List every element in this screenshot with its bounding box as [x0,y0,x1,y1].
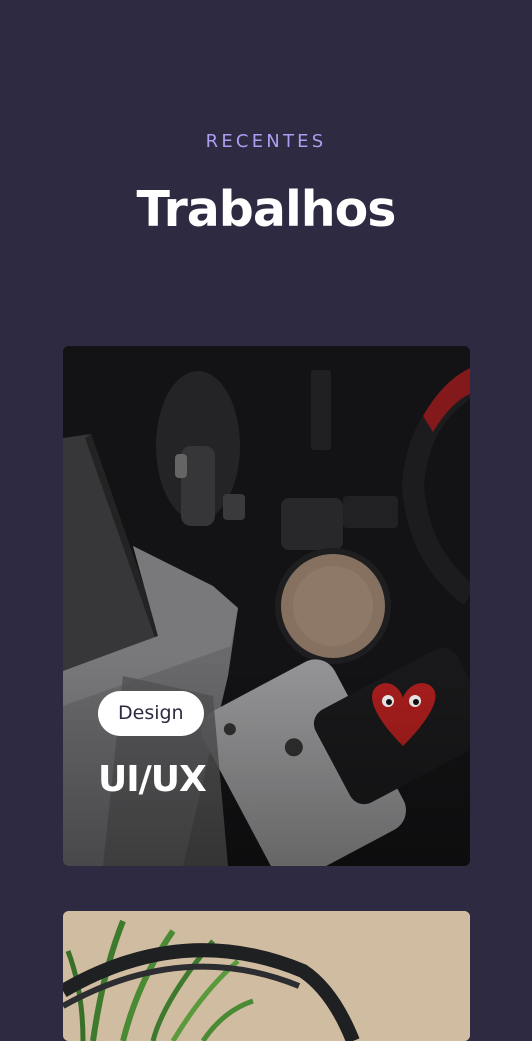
project-card-uiux[interactable]: Design UI/UX [63,346,470,866]
project-photo-2 [63,911,470,1041]
project-title[interactable]: UI/UX [98,759,207,800]
category-tag[interactable]: Design [98,691,204,736]
section-kicker: RECENTES [205,131,327,152]
section-title: Trabalhos [136,181,397,238]
project-card-2[interactable] [63,911,470,1041]
